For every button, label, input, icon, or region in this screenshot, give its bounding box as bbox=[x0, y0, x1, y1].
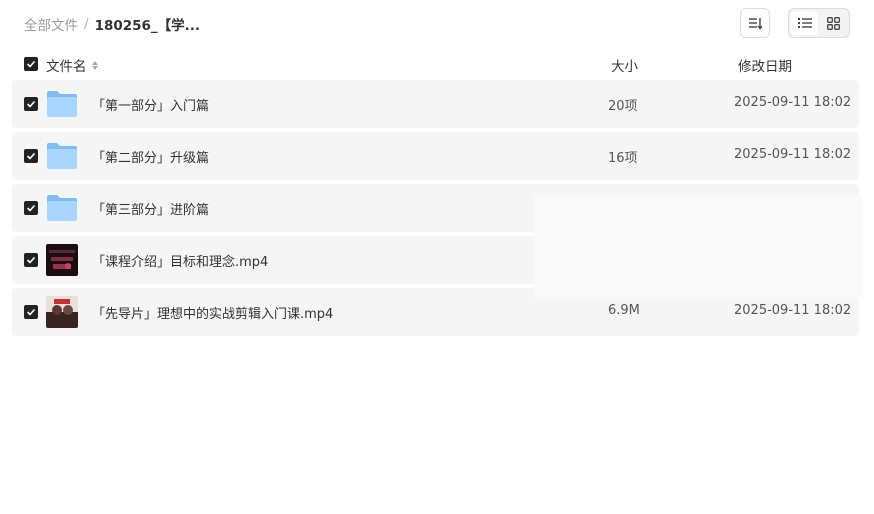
folder-icon bbox=[47, 143, 77, 169]
list-view-icon bbox=[797, 18, 812, 28]
file-date: 2025-09-11 18:02 bbox=[734, 303, 852, 318]
column-header-name-label: 文件名 bbox=[46, 59, 87, 75]
file-size: 20项 bbox=[608, 99, 638, 114]
grid-view-icon bbox=[827, 16, 840, 30]
check-icon bbox=[26, 152, 36, 160]
row-checkbox[interactable] bbox=[24, 149, 38, 163]
file-name[interactable]: 「先导片」理想中的实战剪辑入门课.mp4 bbox=[92, 303, 333, 322]
file-date: 2025-09-11 18:02 bbox=[734, 95, 852, 110]
row-checkbox[interactable] bbox=[24, 253, 38, 267]
grid-view-button[interactable] bbox=[820, 11, 847, 35]
file-row[interactable]: 「先导片」理想中的实战剪辑入门课.mp4 6.9M 2025-09-11 18:… bbox=[12, 288, 859, 336]
check-icon bbox=[26, 60, 36, 68]
breadcrumb-separator: / bbox=[84, 16, 89, 32]
breadcrumb: 全部文件 / 180256_【学... bbox=[24, 14, 200, 34]
file-row[interactable]: 「第一部分」入门篇 20项 2025-09-11 18:02 bbox=[12, 80, 859, 128]
list-view-button[interactable] bbox=[791, 11, 818, 35]
file-size: 16项 bbox=[608, 151, 638, 166]
sort-toggle-icon bbox=[91, 60, 98, 70]
check-icon bbox=[26, 204, 36, 212]
video-thumbnail bbox=[46, 296, 78, 328]
row-checkbox[interactable] bbox=[24, 97, 38, 111]
file-row[interactable]: 「课程介绍」目标和理念.mp4 bbox=[12, 236, 859, 284]
column-header-size[interactable]: 大小 bbox=[611, 55, 638, 75]
row-checkbox[interactable] bbox=[24, 305, 38, 319]
check-icon bbox=[26, 308, 36, 316]
file-list-header: 文件名 大小 修改日期 bbox=[12, 50, 859, 78]
file-size: 6.9M bbox=[608, 303, 640, 318]
video-thumbnail bbox=[46, 244, 78, 276]
file-name[interactable]: 「第二部分」升级篇 bbox=[92, 147, 209, 166]
file-name[interactable]: 「课程介绍」目标和理念.mp4 bbox=[92, 251, 268, 270]
breadcrumb-root[interactable]: 全部文件 bbox=[24, 14, 78, 34]
column-header-name[interactable]: 文件名 bbox=[46, 55, 98, 75]
view-toggle bbox=[788, 8, 850, 38]
check-icon bbox=[26, 256, 36, 264]
file-row[interactable]: 「第三部分」进阶篇 bbox=[12, 184, 859, 232]
breadcrumb-current: 180256_【学... bbox=[94, 18, 201, 34]
sort-icon bbox=[749, 18, 762, 30]
select-all-checkbox[interactable] bbox=[24, 57, 38, 71]
file-row[interactable]: 「第二部分」升级篇 16项 2025-09-11 18:02 bbox=[12, 132, 859, 180]
row-checkbox[interactable] bbox=[24, 201, 38, 215]
file-date: 2025-09-11 18:02 bbox=[734, 147, 852, 162]
sort-button[interactable] bbox=[740, 8, 770, 38]
file-name[interactable]: 「第一部分」入门篇 bbox=[92, 95, 209, 114]
check-icon bbox=[26, 100, 36, 108]
file-name[interactable]: 「第三部分」进阶篇 bbox=[92, 199, 209, 218]
folder-icon bbox=[47, 195, 77, 221]
column-header-date[interactable]: 修改日期 bbox=[738, 55, 792, 75]
folder-icon bbox=[47, 91, 77, 117]
